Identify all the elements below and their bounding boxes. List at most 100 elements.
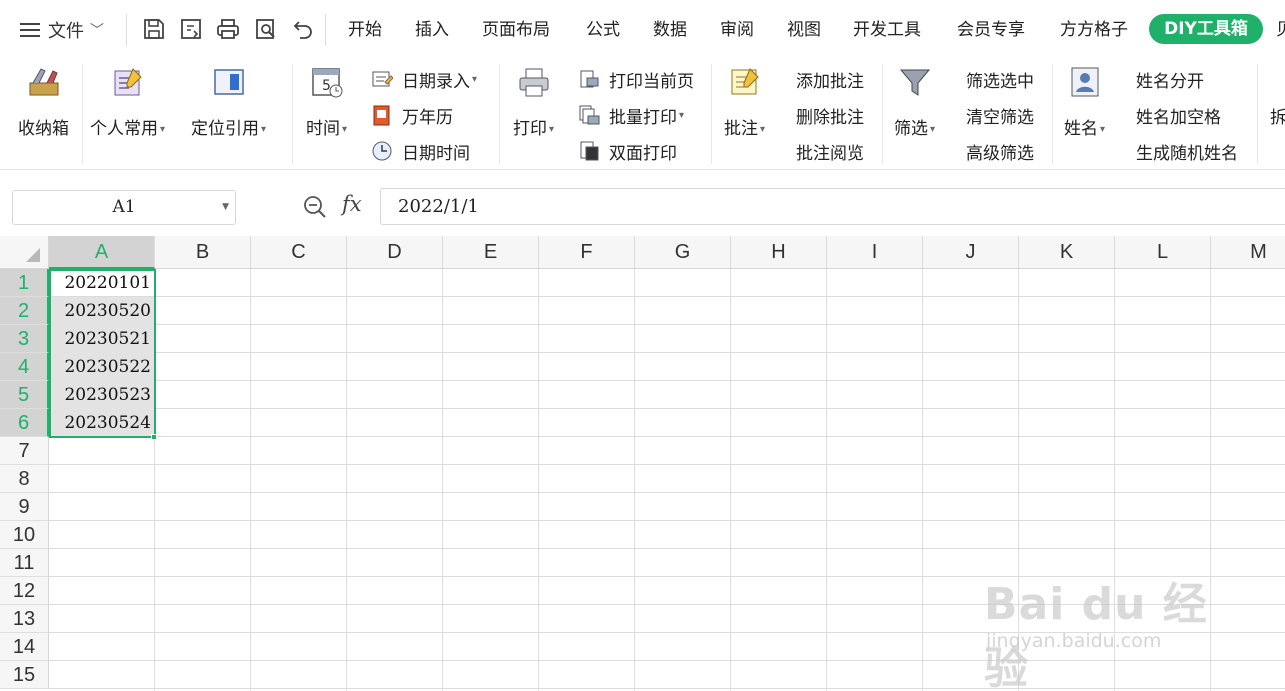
- tab-overflow[interactable]: 贝: [1276, 16, 1285, 44]
- row-header-13[interactable]: 13: [0, 605, 49, 633]
- tab-insert[interactable]: 插入: [415, 16, 449, 44]
- print-preview-icon[interactable]: [253, 16, 279, 42]
- tab-view[interactable]: 视图: [787, 16, 821, 44]
- save-icon[interactable]: [141, 16, 167, 42]
- advanced-filter-button[interactable]: 高级筛选: [966, 138, 1034, 164]
- print-current-page-button[interactable]: 打印当前页: [577, 66, 694, 92]
- date-entry-icon: [370, 67, 394, 91]
- row-header-7[interactable]: 7: [0, 437, 49, 465]
- tab-formulas[interactable]: 公式: [586, 16, 620, 44]
- dropdown-arrow-icon: ▾: [472, 73, 478, 85]
- tab-home[interactable]: 开始: [348, 16, 382, 44]
- personal-common-button[interactable]: 个人常用 ▾: [90, 64, 165, 139]
- tab-developer[interactable]: 开发工具: [853, 16, 921, 44]
- name-button[interactable]: 姓名 ▾: [1064, 64, 1105, 139]
- print-button[interactable]: 打印 ▾: [513, 64, 554, 139]
- row-header-8[interactable]: 8: [0, 465, 49, 493]
- column-header-h[interactable]: H: [731, 236, 827, 269]
- column-header-e[interactable]: E: [443, 236, 539, 269]
- row-header-11[interactable]: 11: [0, 549, 49, 577]
- undo-icon[interactable]: [290, 16, 316, 42]
- fill-handle[interactable]: [151, 434, 157, 440]
- column-header-d[interactable]: D: [347, 236, 443, 269]
- column-header-l[interactable]: L: [1115, 236, 1211, 269]
- column-header-b[interactable]: B: [155, 236, 251, 269]
- view-comment-button[interactable]: 批注阅览: [796, 138, 864, 164]
- random-name-button[interactable]: 生成随机姓名: [1136, 138, 1238, 164]
- perpetual-calendar-button[interactable]: 万年历: [370, 102, 453, 128]
- zoom-icon[interactable]: [302, 194, 328, 220]
- tab-diy-toolbox[interactable]: DIY工具箱: [1149, 14, 1263, 44]
- delete-comment-button[interactable]: 删除批注: [796, 102, 864, 128]
- add-comment-button[interactable]: 添加批注: [796, 66, 864, 92]
- cell-a3[interactable]: 20230521: [50, 325, 155, 353]
- row-header-4[interactable]: 4: [0, 353, 49, 381]
- cell-a4[interactable]: 20230522: [50, 353, 155, 381]
- row-header-14[interactable]: 14: [0, 633, 49, 661]
- grid-line: [538, 269, 539, 691]
- column-header-g[interactable]: G: [635, 236, 731, 269]
- cell-a6[interactable]: 20230524: [50, 409, 155, 437]
- column-header-k[interactable]: K: [1019, 236, 1115, 269]
- dropdown-arrow-icon[interactable]: ▼: [222, 191, 229, 224]
- clear-filter-button[interactable]: 清空筛选: [966, 102, 1034, 128]
- tab-page-layout[interactable]: 页面布局: [482, 16, 550, 44]
- select-all-button[interactable]: [0, 236, 49, 269]
- menu-icon[interactable]: [20, 23, 40, 37]
- tab-member[interactable]: 会员专享: [957, 16, 1025, 44]
- row-header-15[interactable]: 15: [0, 661, 49, 689]
- duplex-print-icon: [577, 139, 601, 163]
- time-button[interactable]: 5 时间 ▾: [306, 64, 347, 139]
- storage-box-button[interactable]: 收纳箱: [18, 64, 69, 139]
- filter-button[interactable]: 筛选 ▾: [894, 64, 935, 139]
- fx-icon[interactable]: fx: [342, 192, 362, 216]
- name-box[interactable]: A1 ▼: [12, 190, 236, 225]
- formula-input[interactable]: 2022/1/1: [380, 188, 1285, 225]
- name-add-space-button[interactable]: 姓名加空格: [1136, 102, 1221, 128]
- row-header-9[interactable]: 9: [0, 493, 49, 521]
- split-name-button[interactable]: 姓名分开: [1136, 66, 1204, 92]
- watermark-sub: jingyan.baidu.com: [986, 630, 1162, 652]
- column-header-c[interactable]: C: [251, 236, 347, 269]
- tab-review[interactable]: 审阅: [720, 16, 754, 44]
- row-header-1[interactable]: 1: [0, 269, 49, 297]
- name-add-space-label: 姓名加空格: [1136, 107, 1221, 128]
- column-header-i[interactable]: I: [827, 236, 923, 269]
- locate-reference-button[interactable]: 定位引用 ▾: [191, 64, 266, 139]
- date-entry-button[interactable]: 日期录入 ▾: [370, 66, 477, 92]
- file-menu-label: 文件: [48, 21, 84, 42]
- tab-data[interactable]: 数据: [653, 16, 687, 44]
- cell-a5[interactable]: 20230523: [50, 381, 155, 409]
- date-time-label: 日期时间: [402, 143, 470, 164]
- cell-a2[interactable]: 20230520: [50, 297, 155, 325]
- batch-print-label: 批量打印: [609, 107, 677, 128]
- advanced-filter-label: 高级筛选: [966, 143, 1034, 164]
- split-name-label: 姓名分开: [1136, 71, 1204, 92]
- divider: [1052, 64, 1053, 164]
- column-header-j[interactable]: J: [923, 236, 1019, 269]
- export-pdf-icon[interactable]: [178, 16, 204, 42]
- row-header-5[interactable]: 5: [0, 381, 49, 409]
- column-header-m[interactable]: M: [1211, 236, 1285, 269]
- grid-line: [49, 464, 1285, 465]
- file-menu[interactable]: 文件 ﹀: [20, 16, 104, 44]
- overflow-ribbon-button[interactable]: 拆: [1270, 102, 1285, 128]
- filter-selected-button[interactable]: 筛选选中: [966, 66, 1034, 92]
- comment-button[interactable]: 批注 ▾: [724, 64, 765, 139]
- row-header-6[interactable]: 6: [0, 409, 49, 437]
- date-time-button[interactable]: 日期时间: [370, 138, 470, 164]
- row-header-2[interactable]: 2: [0, 297, 49, 325]
- divider: [882, 64, 883, 164]
- row-header-12[interactable]: 12: [0, 577, 49, 605]
- column-header-a[interactable]: A: [49, 236, 155, 269]
- add-comment-label: 添加批注: [796, 71, 864, 92]
- print-icon[interactable]: [215, 16, 241, 42]
- batch-print-button[interactable]: 批量打印 ▾: [577, 102, 684, 128]
- cell-a1[interactable]: 20220101: [50, 269, 155, 297]
- row-header-3[interactable]: 3: [0, 325, 49, 353]
- duplex-print-button[interactable]: 双面打印: [577, 138, 677, 164]
- grid-line: [49, 352, 1285, 353]
- column-header-f[interactable]: F: [539, 236, 635, 269]
- row-header-10[interactable]: 10: [0, 521, 49, 549]
- tab-fangfang[interactable]: 方方格子: [1060, 16, 1128, 44]
